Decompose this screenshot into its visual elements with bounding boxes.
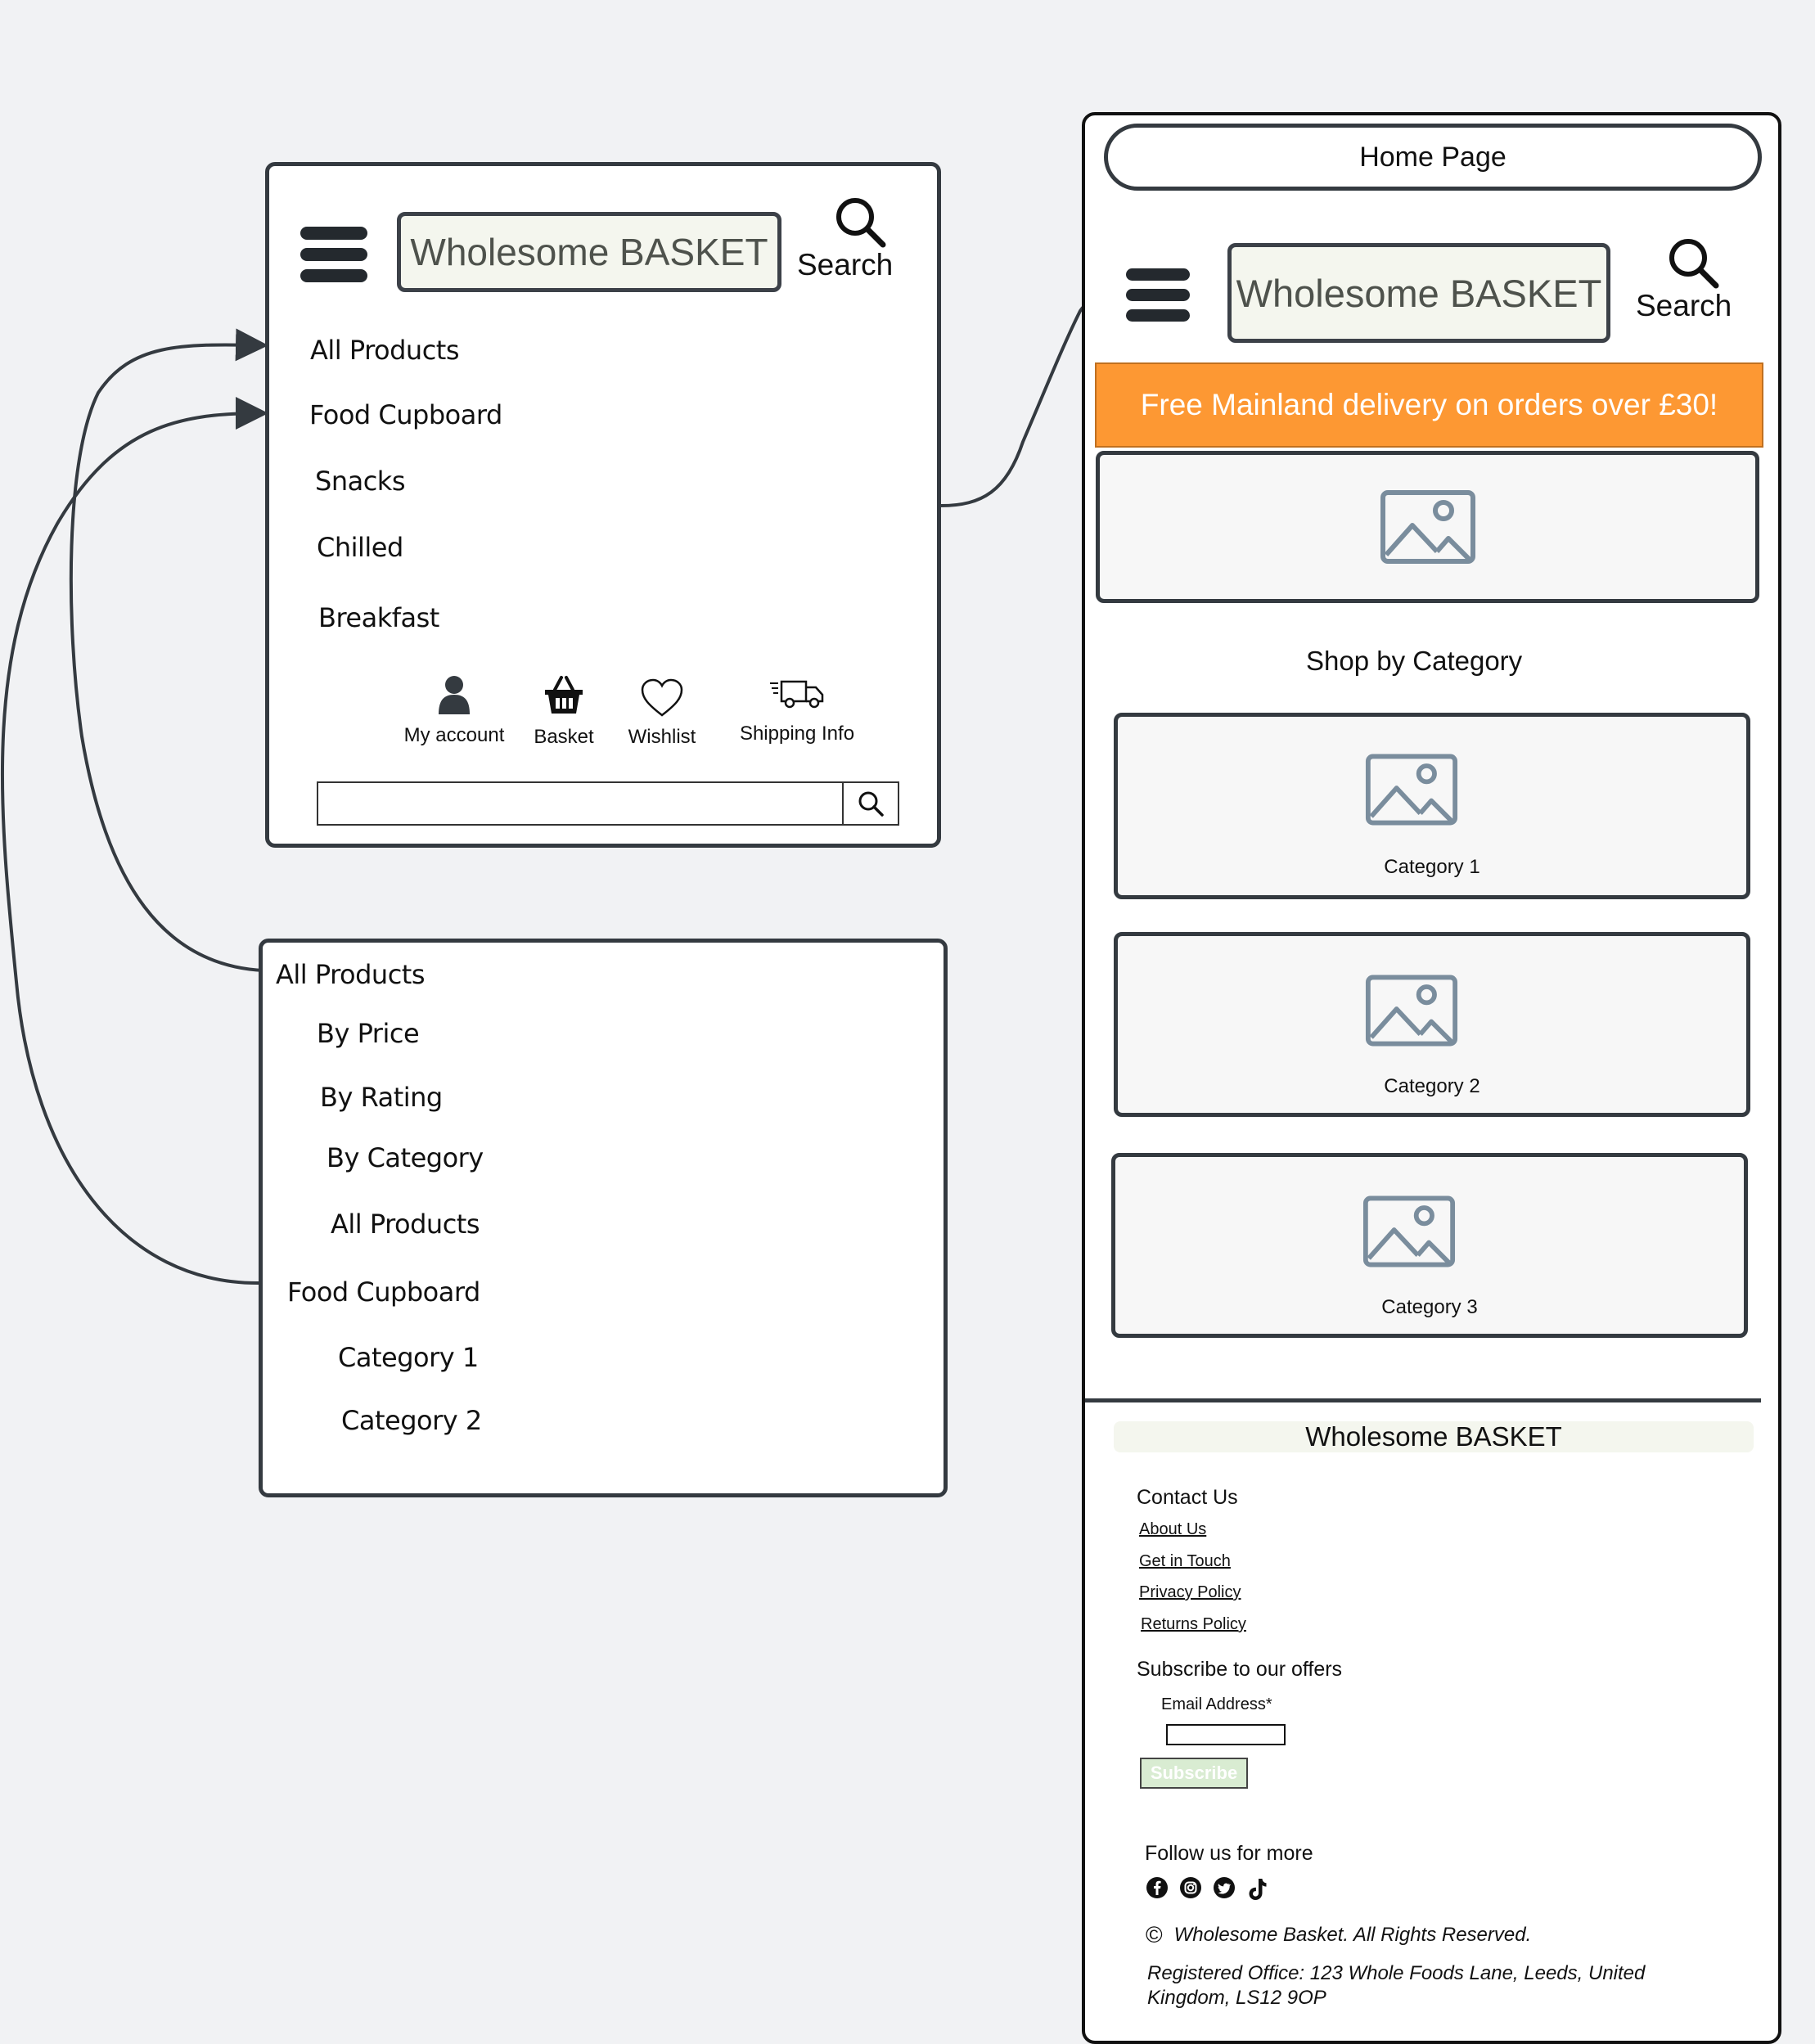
page-title: Home Page [1104,124,1762,191]
home-page-frame: Home Page Wholesome BASKET Search Free M… [1082,112,1781,2044]
menu-search-button[interactable] [842,781,899,826]
submenu-food-cupboard[interactable]: Food Cupboard [287,1276,480,1308]
copyright-icon: © [1146,1922,1163,1947]
nav-menu-frame: Wholesome BASKET Search All Products Foo… [265,162,941,848]
search-label: Search [797,248,894,281]
image-placeholder-icon [1365,754,1458,826]
category-label: Category 2 [1384,1075,1480,1097]
email-field[interactable] [1166,1724,1286,1745]
menu-search-input[interactable] [317,781,844,826]
search-label: Search [1636,289,1732,322]
delivery-banner: Free Mainland delivery on orders over £3… [1095,362,1763,448]
footer-link-about-us[interactable]: About Us [1139,1520,1206,1539]
menu-item-breakfast[interactable]: Breakfast [318,602,439,633]
category-card-3[interactable]: Category 3 [1111,1153,1748,1338]
submenu-frame: All Products By Price By Rating By Categ… [259,939,948,1497]
logo[interactable]: Wholesome BASKET [1227,243,1610,343]
my-account-link[interactable]: My account [397,675,511,747]
basket-icon [545,676,583,714]
registered-office: Registered Office: 123 Whole Foods Lane,… [1147,1962,1646,2009]
footer-link-get-in-touch[interactable]: Get in Touch [1139,1552,1231,1571]
category-card-2[interactable]: Category 2 [1114,932,1750,1117]
hamburger-icon[interactable] [1126,268,1190,322]
shipping-info-link[interactable]: Shipping Info [727,677,867,745]
menu-item-snacks[interactable]: Snacks [315,466,406,497]
submenu-category-2[interactable]: Category 2 [341,1405,482,1436]
email-label: Email Address* [1161,1695,1272,1713]
menu-item-food-cupboard[interactable]: Food Cupboard [309,399,502,430]
submenu-all-products-2[interactable]: All Products [331,1209,480,1240]
submenu-by-rating[interactable]: By Rating [320,1082,443,1113]
menu-item-chilled[interactable]: Chilled [317,532,403,563]
arrow-all-products [69,328,268,972]
instagram-icon[interactable] [1179,1876,1202,1899]
search-button[interactable]: Search [1629,236,1752,335]
image-placeholder-icon [1365,975,1458,1047]
footer-link-returns-policy[interactable]: Returns Policy [1141,1615,1246,1634]
logo[interactable]: Wholesome BASKET [397,212,781,292]
tiktok-icon[interactable] [1246,1876,1269,1902]
submenu-all-products[interactable]: All Products [276,959,426,990]
submenu-by-category[interactable]: By Category [327,1142,484,1173]
contact-heading: Contact Us [1137,1486,1238,1509]
hamburger-icon[interactable] [300,227,367,282]
copyright-text: Wholesome Basket. All Rights Reserved. [1173,1924,1532,1946]
image-placeholder-icon [1362,1195,1456,1267]
facebook-icon[interactable] [1146,1876,1169,1899]
truck-icon [770,680,824,709]
search-icon [836,198,886,248]
footer-link-privacy-policy[interactable]: Privacy Policy [1139,1583,1241,1602]
footer-divider [1085,1398,1761,1402]
category-label: Category 3 [1381,1296,1478,1318]
heart-icon [641,678,683,717]
wishlist-link[interactable]: Wishlist [621,678,703,749]
footer-brand: Wholesome BASKET [1114,1421,1754,1452]
subscribe-button[interactable]: Subscribe [1140,1758,1248,1789]
copyright-line: © Wholesome Basket. All Rights Reserved. [1146,1922,1531,1948]
search-button[interactable]: Search [797,196,908,286]
category-card-1[interactable]: Category 1 [1114,713,1750,899]
arrow-food-cupboard [0,397,268,1285]
twitter-icon[interactable] [1213,1876,1236,1899]
submenu-category-1[interactable]: Category 1 [338,1342,479,1373]
search-icon [858,791,884,817]
search-icon [1669,239,1719,289]
subscribe-heading: Subscribe to our offers [1137,1658,1343,1681]
menu-item-all-products[interactable]: All Products [310,335,460,366]
submenu-by-price[interactable]: By Price [317,1018,420,1049]
image-placeholder-icon [1380,490,1475,564]
user-icon [439,676,470,714]
shop-by-category-heading: Shop by Category [1306,646,1523,676]
category-label: Category 1 [1384,856,1480,878]
social-icons [1146,1876,1269,1902]
follow-heading: Follow us for more [1145,1842,1313,1865]
basket-link[interactable]: Basket [523,675,605,749]
hero-image [1096,451,1759,603]
